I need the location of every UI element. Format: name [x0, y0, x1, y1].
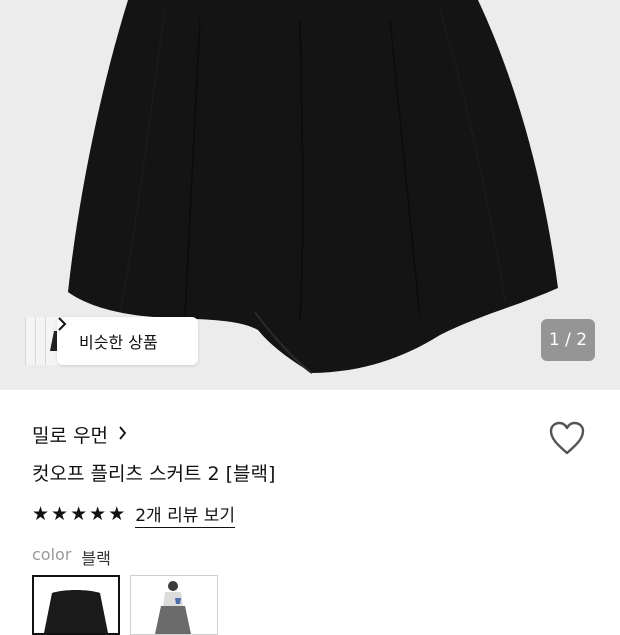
review-link[interactable]: 2개 리뷰 보기	[135, 501, 236, 528]
heart-icon[interactable]	[548, 420, 586, 456]
rating-stars: ★ ★ ★ ★ ★	[32, 505, 127, 524]
color-option[interactable]	[130, 575, 218, 635]
star-icon: ★	[108, 503, 126, 525]
color-option-selected[interactable]	[32, 575, 120, 635]
chevron-right-icon	[118, 425, 127, 444]
similar-products-label: 비슷한 상품	[79, 333, 158, 352]
star-icon: ★	[32, 503, 50, 525]
color-label: color	[32, 545, 72, 564]
rating-row: ★ ★ ★ ★ ★ 2개 리뷰 보기	[32, 501, 236, 528]
similar-products-pill[interactable]: 비슷한 상품	[57, 317, 198, 365]
star-icon: ★	[70, 503, 88, 525]
color-row: color 블랙	[32, 545, 111, 569]
brand-name: 밀로 우먼	[32, 425, 108, 447]
brand-link[interactable]: 밀로 우먼	[32, 421, 127, 448]
star-icon: ★	[89, 503, 107, 525]
color-value: 블랙	[81, 549, 111, 568]
product-image-gallery[interactable]: 비슷한 상품 1 / 2	[0, 0, 620, 390]
product-title: 컷오프 플리츠 스커트 2 [블랙]	[32, 463, 276, 485]
similar-products-button[interactable]: 비슷한 상품	[25, 317, 198, 365]
image-pager-indicator: 1 / 2	[541, 319, 595, 361]
star-icon: ★	[51, 503, 69, 525]
